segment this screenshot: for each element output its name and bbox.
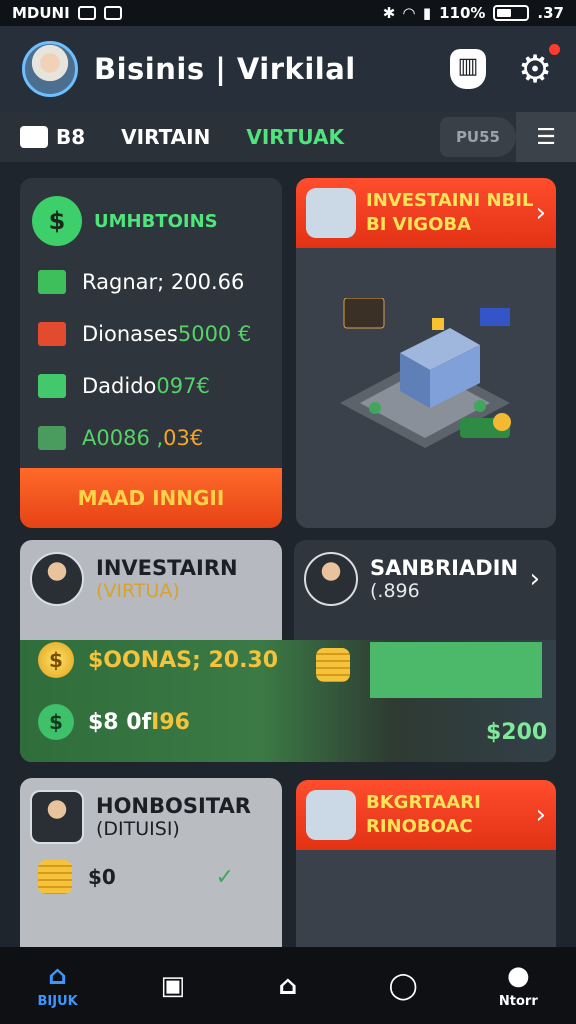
notification-dot — [549, 44, 560, 55]
nav-search-person[interactable]: ◯ — [363, 970, 443, 1001]
shield-icon[interactable] — [450, 49, 486, 89]
person-outline-icon: ◯ — [388, 970, 418, 1001]
tab-pu55[interactable]: PU55 — [439, 117, 516, 157]
battery-icon — [493, 5, 530, 21]
building-icon — [306, 790, 356, 840]
app-header: Bisinis | Virkilal ⚙ — [0, 26, 576, 112]
filter-icon[interactable]: ☰ — [516, 112, 576, 162]
check-icon — [38, 322, 66, 346]
investment-title: INVESTAINI NBIL — [366, 190, 534, 211]
band-row-2: $ $8 0f I96 — [38, 704, 190, 740]
band-right-value: $200 — [486, 720, 548, 745]
nav-home[interactable]: ⌂ BIJUK — [18, 961, 98, 1009]
nav-chart[interactable]: ▣ — [133, 970, 213, 1001]
isometric-building-illustration — [340, 298, 511, 448]
avatar[interactable] — [22, 41, 78, 97]
progress-bar — [370, 642, 542, 698]
profile-icon: ● — [507, 961, 530, 991]
camera-icon — [20, 126, 48, 148]
notification-icon — [77, 6, 96, 20]
tab-virtuak[interactable]: VIRTUAK — [228, 112, 362, 162]
investor-subtitle: (VIRTUA) — [96, 580, 180, 602]
bkg-title: BKGRTAARI — [366, 792, 481, 813]
tab-bar: B8 VIRTAIN VIRTUAK PU55 ☰ — [0, 112, 576, 162]
investor-avatar — [30, 552, 84, 606]
sanbriadin-avatar — [304, 552, 358, 606]
settings-gear-icon[interactable]: ⚙ — [516, 44, 560, 88]
coin-icon: $ — [38, 642, 74, 678]
summary-row: Ragnar; 200.66 — [20, 256, 282, 308]
chart-up-icon — [38, 270, 66, 294]
status-left-text: MDUNI — [12, 4, 70, 22]
summary-row: Dadido 097€ — [20, 360, 282, 412]
chevron-right-icon[interactable]: › — [536, 800, 546, 830]
wallet-icon — [38, 426, 66, 450]
hon-title: HONBOSITAR — [96, 794, 251, 818]
summary-title: UMHBTOINS — [94, 210, 218, 232]
nav-house[interactable]: ⌂ — [248, 970, 328, 1001]
hon-amount: $0 — [88, 865, 116, 889]
sanbriadin-title: SANBRIADIN — [370, 556, 519, 580]
summary-row: Dionases 5000 € — [20, 308, 282, 360]
tab-b8[interactable]: B8 — [0, 112, 103, 162]
investment-subtitle: BI VIGOBA — [366, 214, 472, 235]
home-icon: ⌂ — [48, 961, 67, 991]
summary-card: $ UMHBTOINS Ragnar; 200.66 Dionases 5000… — [20, 178, 282, 528]
nav-profile[interactable]: ● Ntorr — [478, 961, 558, 1009]
battery-percent: 110% — [439, 4, 486, 22]
clock: .37 — [537, 4, 564, 22]
house-outline-icon: ⌂ — [278, 970, 298, 1001]
investment-card[interactable]: INVESTAINI NBIL BI VIGOBA › — [296, 178, 556, 528]
check-mark-icon: ✓ — [215, 864, 234, 890]
band-row-1: $ $OONAS; 20.30 — [38, 642, 278, 678]
chevron-right-icon[interactable]: › — [536, 198, 546, 228]
chart-icon: ▣ — [160, 970, 186, 1001]
hon-subtitle: (DITUISI) — [96, 818, 180, 840]
bluetooth-icon: ✱ — [382, 4, 396, 22]
summary-action-button[interactable]: MAAD INNGII — [20, 468, 282, 528]
bottom-nav: ⌂ BIJUK ▣ ⌂ ◯ ● Ntorr — [0, 947, 576, 1024]
coin-stack-icon — [38, 860, 72, 894]
summary-row: A0086 , 03€ — [20, 412, 282, 464]
dollar-icon: $ — [38, 704, 74, 740]
wifi-icon: ◠ — [403, 4, 415, 22]
status-bar: MDUNI ✱ ◠ ▮ 110% .37 — [0, 0, 576, 26]
coin-stack-icon — [316, 648, 350, 682]
building-icon — [306, 188, 356, 238]
app-title: Bisinis | Virkilal — [94, 52, 356, 86]
tab-virtain[interactable]: VIRTAIN — [103, 112, 228, 162]
chevron-right-icon[interactable]: › — [530, 564, 546, 594]
bkg-subtitle: RINOBOAC — [366, 816, 473, 837]
phone-illustration-icon — [30, 790, 84, 844]
sanbriadin-subtitle: (.896 — [370, 580, 420, 602]
list-icon — [38, 374, 66, 398]
dollar-logo-icon: $ — [32, 196, 82, 246]
photo-icon — [103, 6, 122, 20]
investor-title: INVESTAIRN — [96, 556, 238, 580]
signal-icon: ▮ — [422, 4, 432, 22]
